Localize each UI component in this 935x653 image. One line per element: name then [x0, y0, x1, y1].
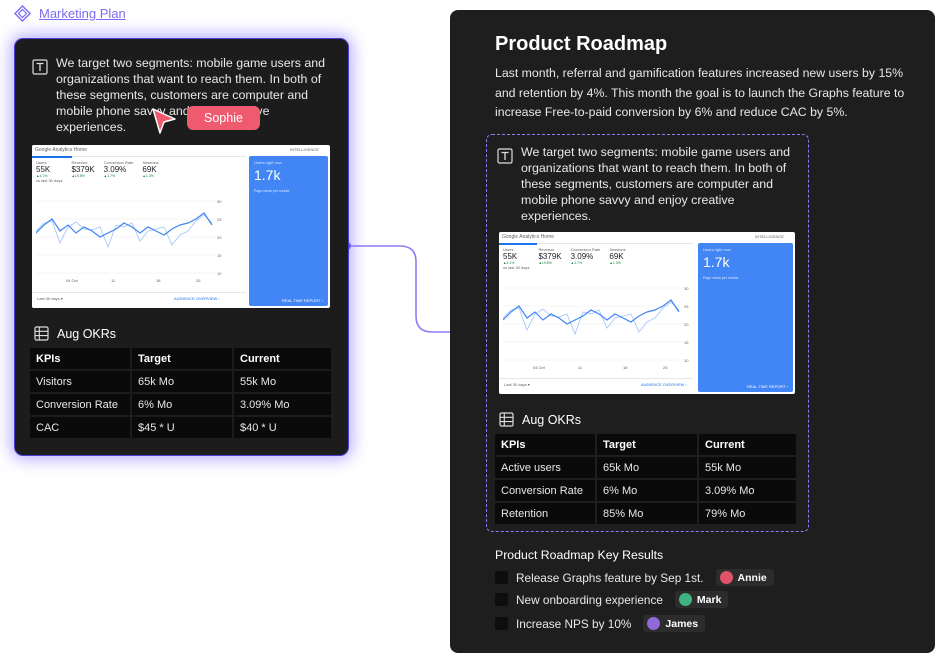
assignee-name: Annie	[737, 571, 767, 584]
svg-text:20: 20	[684, 322, 689, 327]
audience-overview-link[interactable]: AUDIENCE OVERVIEW ›	[641, 382, 687, 387]
svg-text:25: 25	[684, 304, 689, 309]
svg-text:10: 10	[684, 358, 689, 363]
text-block-icon	[497, 148, 513, 164]
realtime-sub: Page views per minute	[254, 189, 290, 193]
table-icon	[499, 412, 514, 427]
range-select[interactable]: Last 30 days ▾	[37, 296, 63, 301]
assignee-name: Mark	[696, 593, 722, 606]
metric-conversion: Conversion Rate 3.09% ▲1.7%	[570, 247, 601, 265]
svg-text:25: 25	[196, 278, 201, 283]
realtime-label: Users right now	[254, 160, 282, 165]
okr-table: KPIs Target Current Visitors 65k Mo 55k Mo C…	[28, 346, 333, 440]
svg-text:11: 11	[578, 365, 583, 370]
metric-sessions: Sessions 69K ▲1.3%	[609, 247, 626, 265]
users-line-chart: 30 25 20 15 10 04 Oct 11 18 25	[36, 199, 222, 283]
intelligence-badge: INTELLIGENCE	[290, 147, 319, 152]
assignee-chip[interactable]: Mark	[674, 591, 729, 608]
roadmap-description: Last month, referral and gamification fe…	[495, 66, 905, 119]
okr-title: Aug OKRs	[34, 326, 116, 341]
svg-text:11: 11	[111, 278, 116, 283]
metric-users: Users 55K ▲4.1% vs last 30 days	[503, 247, 530, 270]
metric-sessions: Sessions 69K ▲1.3%	[142, 160, 159, 178]
page-title: Product Roadmap	[495, 33, 668, 55]
checkbox[interactable]	[495, 617, 508, 630]
metric-conversion: Conversion Rate 3.09% ▲1.7%	[103, 160, 134, 178]
assignee-chip[interactable]: James	[643, 615, 706, 632]
assignee-chip[interactable]: Annie	[715, 569, 774, 586]
table-row: Visitors 65k Mo 55k Mo	[30, 371, 331, 392]
assignee-name: James	[665, 617, 699, 630]
svg-text:18: 18	[156, 278, 161, 283]
text-block-icon	[32, 59, 48, 75]
svg-text:10: 10	[217, 271, 222, 276]
svg-text:25: 25	[663, 365, 668, 370]
checkbox[interactable]	[495, 593, 508, 606]
table-row: Conversion Rate 6% Mo 3.09% Mo	[495, 480, 796, 501]
key-result-label: New onboarding experience	[516, 592, 663, 607]
okr-title: Aug OKRs	[499, 412, 581, 427]
realtime-sub: Page views per minute	[703, 276, 739, 280]
canvas: Marketing Plan We target two segments: m…	[0, 0, 935, 653]
analytics-screenshot: Google Analytics Home Users 55K ▲4.1% vs la…	[32, 145, 330, 308]
avatar	[719, 571, 733, 584]
analytics-screenshot: Google Analytics Home Users 55K ▲4.1% vs la…	[499, 232, 795, 394]
okr-table: KPIs Target Current Active users 65k Mo 55k …	[493, 432, 798, 526]
range-select[interactable]: Last 30 days ▾	[504, 382, 530, 387]
table-header-row: KPIs Target Current	[30, 348, 331, 369]
realtime-value: 1.7k	[703, 254, 730, 270]
metric-revenue: Revenue $379K ▲19.8%	[71, 160, 95, 178]
key-result-label: Increase NPS by 10%	[516, 616, 632, 631]
analytics-header: Google Analytics Home	[35, 147, 87, 153]
users-line-chart: 30 25 20 15 10 04 Oct 11 18 25	[503, 286, 689, 370]
svg-text:15: 15	[217, 253, 222, 258]
svg-text:20: 20	[217, 235, 222, 240]
avatar	[647, 617, 661, 630]
table-row: Conversion Rate 6% Mo 3.09% Mo	[30, 394, 331, 415]
svg-text:18: 18	[623, 365, 628, 370]
collaborator-label: Sophie	[187, 106, 260, 130]
intelligence-badge: INTELLIGENCE	[755, 234, 784, 239]
key-result-label: Release Graphs feature by Sep 1st.	[516, 570, 704, 585]
table-row: CAC $45 * U $40 * U	[30, 417, 331, 438]
cursor-icon	[152, 108, 176, 134]
metric-users: Users 55K ▲4.1% vs last 30 days	[36, 160, 63, 183]
svg-text:04 Oct: 04 Oct	[533, 365, 546, 370]
checkbox[interactable]	[495, 571, 508, 584]
svg-text:30: 30	[217, 199, 222, 204]
roadmap-panel: Product Roadmap Last month, referral and…	[450, 10, 935, 653]
realtime-report-link[interactable]: REAL TIME REPORT ›	[747, 384, 788, 389]
metric-revenue: Revenue $379K ▲19.8%	[538, 247, 562, 265]
key-result-item: Release Graphs feature by Sep 1st. Annie	[495, 569, 774, 586]
svg-text:30: 30	[684, 286, 689, 291]
selected-card[interactable]: We target two segments: mobile game user…	[15, 39, 348, 455]
segments-paragraph: We target two segments: mobile game user…	[521, 145, 791, 223]
okr-title-text: Aug OKRs	[522, 412, 582, 427]
analytics-header: Google Analytics Home	[502, 234, 554, 240]
svg-text:15: 15	[684, 340, 689, 345]
table-icon	[34, 326, 49, 341]
avatar	[678, 593, 692, 606]
svg-text:25: 25	[217, 217, 222, 222]
audience-overview-link[interactable]: AUDIENCE OVERVIEW ›	[174, 296, 220, 301]
key-results-title: Product Roadmap Key Results	[495, 548, 664, 562]
svg-text:04 Oct: 04 Oct	[66, 278, 79, 283]
table-row: Retention 85% Mo 79% Mo	[495, 503, 796, 524]
table-header-row: KPIs Target Current	[495, 434, 796, 455]
realtime-label: Users right now	[703, 247, 731, 252]
realtime-report-link[interactable]: REAL TIME REPORT ›	[282, 298, 323, 303]
key-result-item: New onboarding experience Mark	[495, 591, 729, 608]
realtime-value: 1.7k	[254, 167, 281, 183]
okr-title-text: Aug OKRs	[57, 326, 117, 341]
table-row: Active users 65k Mo 55k Mo	[495, 457, 796, 478]
key-result-item: Increase NPS by 10% James	[495, 615, 706, 632]
